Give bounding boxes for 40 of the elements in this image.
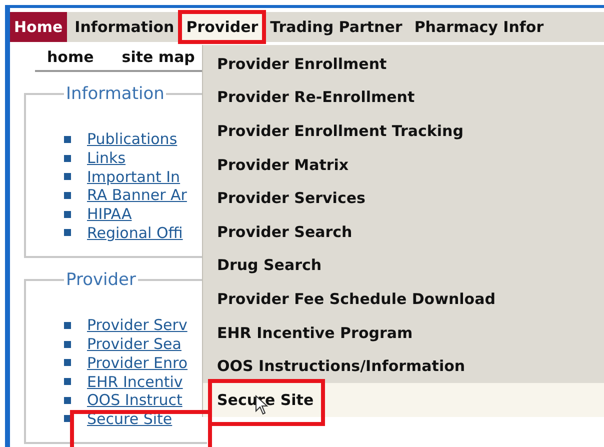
- sub-nav-link[interactable]: home: [47, 48, 94, 66]
- bullet-icon: [64, 322, 71, 329]
- bullet-icon: [64, 136, 71, 143]
- menu-item[interactable]: Provider Enrollment: [203, 47, 604, 81]
- sidebar-link[interactable]: Important In: [87, 168, 180, 186]
- sidebar-link[interactable]: EHR Incentiv: [87, 372, 183, 391]
- sidebar-link[interactable]: Links: [87, 149, 126, 168]
- bullet-icon: [64, 154, 71, 162]
- menu-tab[interactable]: Information: [70, 12, 178, 42]
- sidebar-link[interactable]: Regional Offi: [87, 224, 183, 242]
- menu-item[interactable]: Provider Matrix: [203, 148, 604, 182]
- sidebar-link[interactable]: RA Banner Ar: [87, 186, 187, 204]
- bullet-icon: [64, 192, 71, 199]
- bullet-icon: [64, 396, 71, 404]
- section-title: Information: [65, 84, 166, 104]
- menu-tab[interactable]: Home: [10, 12, 67, 42]
- bullet-icon: [64, 229, 71, 236]
- menu-item[interactable]: Provider Search: [203, 214, 604, 249]
- bullet-icon: [64, 340, 71, 348]
- menu-item[interactable]: Provider Re-Enrollment: [203, 80, 604, 114]
- bullet-icon: [64, 173, 71, 180]
- menu-tab[interactable]: Pharmacy Infor: [410, 12, 548, 42]
- sidebar-link[interactable]: Provider Serv: [87, 316, 188, 334]
- bullet-icon: [64, 378, 71, 386]
- menu-tab[interactable]: Trading Partner: [266, 12, 406, 42]
- bullet-icon: [64, 210, 71, 218]
- menu-item[interactable]: Provider Fee Schedule Download: [203, 282, 604, 316]
- menu-item[interactable]: EHR Incentive Program: [203, 316, 604, 350]
- sidebar-link[interactable]: HIPAA: [87, 205, 132, 224]
- sidebar-link[interactable]: Publications: [87, 130, 178, 148]
- bullet-icon: [64, 359, 71, 366]
- menu-item[interactable]: Drug Search: [203, 248, 604, 282]
- sidebar-link[interactable]: Provider Enro: [87, 354, 188, 372]
- section-title: Provider: [65, 270, 137, 290]
- menu-item[interactable]: Provider Enrollment Tracking: [203, 114, 604, 148]
- menu-item[interactable]: Provider Services: [203, 181, 604, 215]
- sidebar-link[interactable]: OOS Instruct: [87, 391, 182, 410]
- sub-nav-link[interactable]: site map: [122, 48, 195, 66]
- menu-item[interactable]: OOS Instructions/Information: [203, 349, 604, 383]
- sidebar-link[interactable]: Provider Sea: [87, 335, 182, 354]
